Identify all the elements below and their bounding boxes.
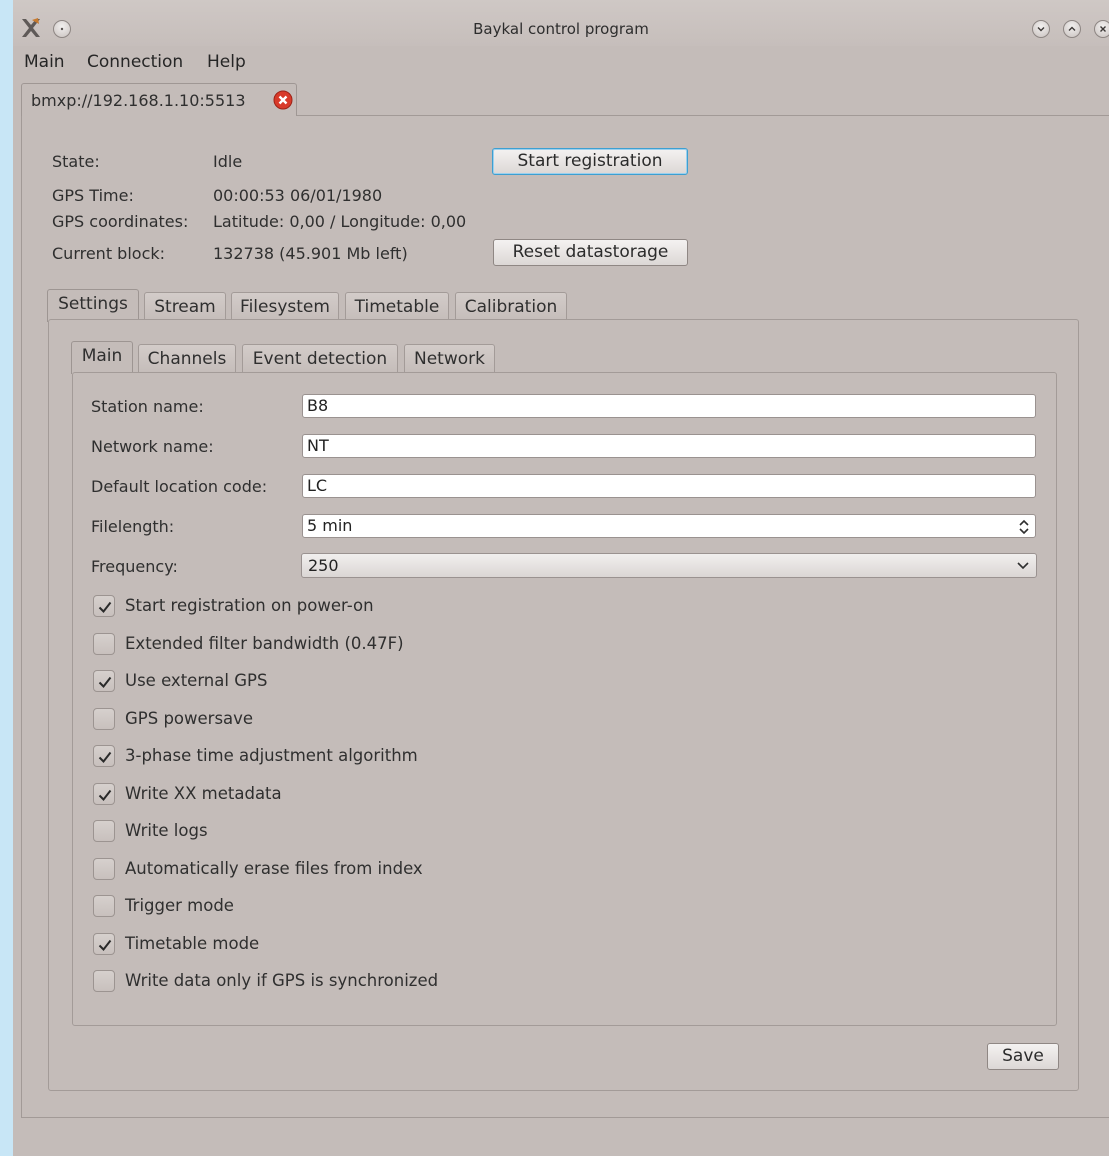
tab-timetable[interactable]: Timetable [345, 292, 449, 322]
state-value: Idle [213, 152, 243, 171]
menu-connection[interactable]: Connection [87, 52, 183, 72]
checkbox-label: Write data only if GPS is synchronized [125, 971, 439, 990]
checkbox-label: Timetable mode [125, 933, 260, 953]
station-name-label: Station name: [91, 397, 204, 416]
filelength-value: 5 min [307, 516, 353, 535]
reset-datastorage-button[interactable]: Reset datastorage [493, 239, 688, 266]
minimize-button[interactable] [1032, 20, 1050, 38]
connection-tab-label: bmxp://192.168.1.10:5513 [31, 91, 246, 110]
frequency-select[interactable]: 250 [301, 553, 1037, 578]
current-block-value: 132738 (45.901 Mb left) [213, 244, 408, 263]
menu-bar: Main Connection Help [13, 48, 1109, 76]
network-name-label: Network name: [91, 437, 214, 456]
checkbox-label: GPS powersave [125, 708, 254, 728]
chevron-up-icon [1068, 26, 1076, 31]
start-registration-button[interactable]: Start registration [492, 148, 688, 175]
main-window: Baykal control program Main Connection H… [0, 0, 1109, 1156]
checkbox[interactable] [93, 670, 115, 692]
current-block-label: Current block: [52, 244, 166, 263]
checkbox-label: Automatically erase files from index [125, 858, 423, 878]
gps-time-label: GPS Time: [52, 186, 134, 205]
tab-filesystem[interactable]: Filesystem [231, 292, 339, 322]
checkbox[interactable] [93, 857, 115, 880]
save-button[interactable]: Save [987, 1043, 1059, 1070]
location-code-input[interactable]: LC [302, 474, 1036, 498]
frequency-value: 250 [308, 556, 339, 575]
menu-help[interactable]: Help [207, 52, 246, 72]
connection-pane: State: Idle GPS Time: 00:00:53 06/01/198… [21, 115, 1109, 1118]
tab-settings[interactable]: Settings [47, 289, 139, 322]
checkbox[interactable] [93, 970, 115, 992]
tab-event-detection[interactable]: Event detection [242, 344, 398, 374]
filelength-spinbox[interactable]: 5 min [302, 514, 1036, 538]
maximize-button[interactable] [1063, 20, 1081, 38]
checkmark-icon [98, 676, 112, 689]
checkbox[interactable] [93, 632, 115, 655]
gps-time-value: 00:00:53 06/01/1980 [213, 186, 383, 205]
location-code-label: Default location code: [91, 477, 268, 496]
checkbox-label: Extended filter bandwidth (0.47F) [125, 633, 404, 653]
filelength-label: Filelength: [91, 517, 175, 536]
checkmark-icon [98, 939, 112, 951]
tab-channels[interactable]: Channels [138, 344, 236, 374]
title-bar[interactable]: Baykal control program [13, 0, 1109, 46]
station-name-input[interactable]: B8 [302, 394, 1036, 418]
checkmark-icon [98, 601, 112, 614]
gps-coordinates-label: GPS coordinates: [52, 212, 189, 231]
checkbox-label: 3-phase time adjustment algorithm [125, 746, 418, 765]
checkmark-icon [98, 751, 112, 764]
close-icon [1100, 26, 1106, 32]
checkbox-label: Write XX metadata [125, 783, 282, 803]
gps-coordinates-value: Latitude: 0,00 / Longitude: 0,00 [213, 212, 467, 231]
menu-main[interactable]: Main [24, 52, 65, 72]
checkbox-label: Trigger mode [125, 896, 234, 915]
spin-arrows-icon[interactable] [1017, 518, 1031, 536]
close-window-button[interactable] [1094, 20, 1109, 38]
settings-pane: Main Channels Event detection Network St… [48, 319, 1079, 1091]
network-name-input[interactable]: NT [302, 434, 1036, 458]
checkbox[interactable] [93, 745, 115, 767]
tab-calibration[interactable]: Calibration [455, 292, 567, 322]
checkbox[interactable] [93, 895, 115, 917]
tab-main[interactable]: Main [71, 341, 133, 374]
tab-stream[interactable]: Stream [144, 292, 226, 322]
checkbox-label: Write logs [125, 821, 208, 840]
close-tab-icon[interactable] [273, 90, 293, 110]
checkbox[interactable] [93, 932, 115, 955]
checkbox-label: Use external GPS [125, 671, 268, 690]
frequency-label: Frequency: [91, 557, 178, 576]
checkbox[interactable] [93, 595, 115, 617]
main-settings-pane: Station name: B8 Network name: NT Defaul… [72, 372, 1057, 1026]
state-label: State: [52, 152, 100, 171]
checkbox[interactable] [93, 707, 115, 730]
checkbox[interactable] [93, 782, 115, 805]
tab-network[interactable]: Network [404, 344, 495, 374]
chevron-down-icon [1017, 562, 1029, 570]
window-title: Baykal control program [473, 20, 649, 38]
checkbox[interactable] [93, 820, 115, 842]
chevron-down-icon [1037, 27, 1045, 32]
tab-connection[interactable]: bmxp://192.168.1.10:5513 [21, 83, 297, 116]
checkbox-label: Start registration on power-on [125, 596, 374, 615]
checkmark-icon [98, 789, 112, 801]
